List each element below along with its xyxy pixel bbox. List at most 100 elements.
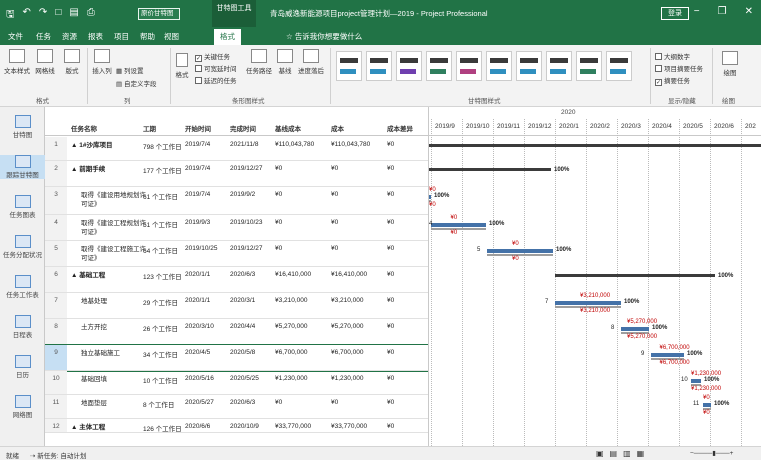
new-icon[interactable]: □ [55, 7, 61, 24]
column-header-cost[interactable]: 成本 [331, 123, 344, 133]
tab-report[interactable]: 报表 [88, 31, 103, 42]
cell-id[interactable]: 5 [45, 241, 67, 266]
column-header-duration[interactable]: 工期 [143, 123, 156, 133]
table-row[interactable]: 7 地基处理 29 个工作日 2020/1/1 2020/3/1 ¥3,210,000 ¥3… [45, 293, 428, 319]
gantt-style-swatch[interactable] [516, 51, 542, 81]
cell-id[interactable]: 12 [45, 419, 67, 432]
table-row[interactable]: 11 地面垫层 8 个工作日 2020/5/27 2020/6/3 ¥0 ¥0 ¥0 [45, 395, 428, 419]
gantt-style-swatch[interactable] [606, 51, 632, 81]
view-task-sheet[interactable]: 任务工作表 [0, 275, 45, 299]
table-row[interactable]: 12 ▲ 主体工程 126 个工作日 2020/6/6 2020/10/9 ¥33,770… [45, 419, 428, 433]
gantt-style-swatch[interactable] [426, 51, 452, 81]
minimize-icon[interactable]: − [694, 6, 700, 17]
text-styles-button[interactable]: 文本样式 [2, 49, 32, 75]
summary-bar[interactable] [555, 274, 715, 277]
gantt-style-swatch[interactable] [366, 51, 392, 81]
column-settings-button[interactable]: ▦ 列设置 [116, 65, 143, 75]
cell-id[interactable]: 8 [45, 319, 67, 344]
view-selector[interactable]: 原价甘特图 [138, 8, 180, 20]
task-bar[interactable] [703, 403, 711, 407]
print-icon[interactable]: ⎙ [87, 7, 95, 24]
view-tracking-gantt[interactable]: 跟踪甘特图 [0, 155, 45, 179]
new-tasks-mode[interactable]: ⇢ 新任务: 自动计划 [30, 450, 86, 460]
bar-format-button[interactable]: 格式 [173, 53, 191, 79]
task-bar[interactable] [621, 327, 649, 331]
cell-id[interactable]: 3 [45, 187, 67, 214]
close-icon[interactable]: ✕ [745, 6, 753, 17]
insert-column-button[interactable]: 插入列 [90, 49, 114, 75]
column-header-start[interactable]: 开始时间 [185, 123, 211, 133]
drawing-button[interactable]: 绘图 [716, 51, 744, 77]
summary-bar[interactable] [429, 144, 761, 147]
late-tasks-checkbox[interactable]: 延迟的任务 [195, 75, 237, 85]
redo-icon[interactable]: ↷ [39, 7, 47, 24]
outline-number-checkbox[interactable]: 大纲数字 [655, 51, 690, 61]
tell-me-search[interactable]: ☆ 告诉我你想要做什么 [286, 31, 362, 42]
gantt-style-swatch[interactable] [576, 51, 602, 81]
column-header-baseline-cost[interactable]: 基线成本 [275, 123, 301, 133]
column-header-name[interactable]: 任务名称 [71, 123, 97, 133]
tab-project[interactable]: 项目 [114, 31, 129, 42]
critical-tasks-checkbox[interactable]: ✓ 关键任务 [195, 51, 230, 62]
cell-id[interactable]: 6 [45, 267, 67, 292]
view-shortcuts[interactable]: ▣▤▥▦ [596, 449, 650, 458]
view-task-usage[interactable]: 任务图表 [0, 195, 45, 219]
restore-icon[interactable]: ❐ [718, 6, 727, 17]
zoom-slider[interactable]: −────▮───+ [690, 449, 733, 457]
cell-id[interactable]: 11 [45, 395, 67, 418]
cell-id[interactable]: 9 [45, 345, 67, 370]
tab-help[interactable]: 帮助 [140, 31, 155, 42]
column-header-finish[interactable]: 完成时间 [230, 123, 256, 133]
project-summary-checkbox[interactable]: 项目摘要任务 [655, 63, 703, 73]
view-task-assignment[interactable]: 任务分配状况 [0, 235, 45, 259]
task-bar[interactable] [429, 195, 431, 199]
summary-tasks-checkbox[interactable]: ✓ 摘要任务 [655, 75, 690, 86]
task-bar[interactable] [487, 249, 553, 253]
tab-format[interactable]: 格式 [214, 29, 241, 45]
slack-checkbox[interactable]: 可宽延时间 [195, 63, 237, 73]
table-row[interactable]: 5 取得《建设工程施工许可证》 64 个工作日 2019/10/25 2019/12/2… [45, 241, 428, 267]
view-calendar[interactable]: 日历 [0, 355, 45, 379]
gantt-style-swatch[interactable] [396, 51, 422, 81]
table-row[interactable]: 1 ▲ 1#沙库项目 798 个工作日 2019/7/4 2021/11/8 ¥110,0… [45, 137, 428, 161]
save-icon[interactable]: 🖫 [6, 7, 15, 24]
view-timeline[interactable]: 日程表 [0, 315, 45, 339]
gridlines-button[interactable]: 网格线 [32, 49, 58, 75]
table-row[interactable]: 2 ▲ 前期手续 177 个工作日 2019/7/4 2019/12/27 ¥0 ¥0 ¥0 [45, 161, 428, 187]
table-row[interactable]: 6 ▲ 基础工程 123 个工作日 2020/1/1 2020/6/3 ¥16,410,0… [45, 267, 428, 293]
login-button[interactable]: 登录 [661, 7, 689, 20]
tab-view[interactable]: 视图 [164, 31, 179, 42]
view-network-diagram[interactable]: 网络图 [0, 395, 45, 419]
cell-id[interactable]: 10 [45, 371, 67, 394]
cell-id[interactable]: 7 [45, 293, 67, 318]
gantt-style-swatch[interactable] [546, 51, 572, 81]
table-row[interactable]: 3 取得《建设用地规划许可证》 61 个工作日 2019/7/4 2019/9/2 ¥0 ¥… [45, 187, 428, 215]
view-gantt[interactable]: 甘特图 [0, 115, 45, 139]
gantt-style-swatch[interactable] [456, 51, 482, 81]
task-path-button[interactable]: 任务路径 [244, 49, 274, 75]
slippage-button[interactable]: 进度落后 [296, 49, 326, 75]
tab-resource[interactable]: 资源 [62, 31, 77, 42]
table-row[interactable]: 10 基础回填 10 个工作日 2020/5/16 2020/5/25 ¥1,230,00… [45, 371, 428, 395]
undo-icon[interactable]: ↶ [23, 7, 31, 24]
tab-file[interactable]: 文件 [8, 31, 23, 42]
layout-button[interactable]: 版式 [60, 49, 84, 75]
cell-id[interactable]: 4 [45, 215, 67, 240]
baseline-button[interactable]: 基线 [274, 49, 296, 75]
task-bar[interactable] [555, 301, 621, 305]
task-bar[interactable] [651, 353, 684, 357]
custom-fields-button[interactable]: ▤ 自定义字段 [116, 78, 156, 88]
gantt-style-swatch[interactable] [336, 51, 362, 81]
gantt-style-swatch[interactable] [486, 51, 512, 81]
task-bar[interactable] [431, 223, 486, 227]
cell-id[interactable]: 1 [45, 137, 67, 160]
table-row[interactable]: 4 取得《建设工程规划许可证》 51 个工作日 2019/9/3 2019/10/23 ¥… [45, 215, 428, 241]
column-header-cost-variance[interactable]: 成本差异 [387, 123, 413, 133]
tab-task[interactable]: 任务 [36, 31, 51, 42]
summary-bar[interactable] [429, 168, 551, 171]
task-bar[interactable] [691, 379, 701, 383]
open-icon[interactable]: ▤ [69, 7, 78, 24]
table-row[interactable]: 8 土方开挖 26 个工作日 2020/3/10 2020/4/4 ¥5,270,000 ¥… [45, 319, 428, 345]
cell-id[interactable]: 2 [45, 161, 67, 186]
table-row[interactable]: 9 独立基础施工 34 个工作日 2020/4/5 2020/5/8 ¥6,700,000… [45, 344, 428, 372]
